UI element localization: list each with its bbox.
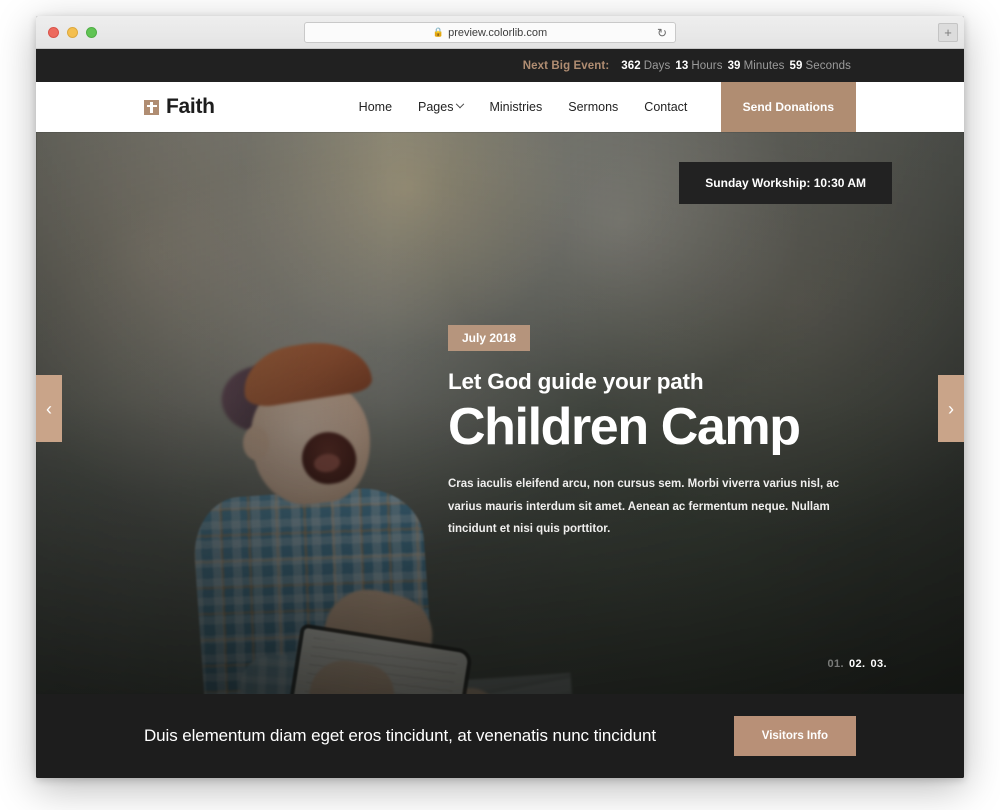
send-donations-button[interactable]: Send Donations [720, 82, 856, 132]
nav-item-sermons[interactable]: Sermons [568, 100, 618, 114]
site-header: Faith Home Pages Ministries Sermons Cont… [36, 82, 964, 132]
main-navigation: Home Pages Ministries Sermons Contact [359, 82, 767, 132]
slide-counter: 01. 02. 03. [828, 658, 893, 670]
close-window-button[interactable] [48, 26, 59, 38]
hero-content: July 2018 Let God guide your path Childr… [448, 325, 868, 540]
sunday-workshop-badge: Sunday Workship: 10:30 AM [679, 162, 892, 204]
countdown-days-unit: Days [643, 59, 671, 72]
chevron-down-icon [456, 99, 465, 109]
slide-indicator-01[interactable]: 01. [828, 658, 845, 670]
lock-icon: 🔒 [432, 27, 445, 37]
page-content: Next Big Event: 362 Days 13 Hours 39 Minutes 59… [36, 49, 964, 778]
nav-label-ministries: Ministries [489, 100, 543, 114]
hero-title: Children Camp [448, 398, 801, 456]
cta-text: Duis elementum diam eget eros tincidunt,… [144, 726, 656, 745]
url-text: preview.colorlib.com [448, 26, 548, 39]
nav-label-pages: Pages [418, 100, 454, 114]
countdown-minutes-unit: Minutes [743, 59, 785, 72]
nav-item-ministries[interactable]: Ministries [489, 100, 542, 114]
next-event-label: Next Big Event: [522, 59, 610, 72]
nav-item-pages[interactable]: Pages [418, 99, 465, 114]
nav-label-sermons: Sermons [568, 100, 619, 114]
nav-label-contact: Contact [644, 100, 688, 114]
browser-chrome-bar: 🔒 preview.colorlib.com ↻ + [36, 16, 964, 49]
slide-indicator-03[interactable]: 03. [871, 658, 888, 670]
hero-slider: Sunday Workship: 10:30 AM ‹ › July 2018 … [36, 132, 964, 694]
slider-next-button[interactable]: › [938, 375, 964, 442]
cta-bar: Duis elementum diam eget eros tincidunt,… [36, 694, 964, 778]
countdown-seconds-unit: Seconds [805, 59, 851, 72]
visitors-info-button[interactable]: Visitors Info [733, 716, 856, 756]
maximize-window-button[interactable] [86, 26, 97, 38]
cross-icon [144, 99, 159, 115]
countdown-hours-unit: Hours [691, 59, 723, 72]
hero-subtitle: Let God guide your path [448, 369, 704, 394]
traffic-lights [48, 26, 97, 38]
countdown-minutes: 39 [727, 59, 741, 72]
browser-window: 🔒 preview.colorlib.com ↻ + Next Big Even… [36, 16, 964, 778]
address-bar[interactable]: 🔒 preview.colorlib.com ↻ [304, 22, 676, 43]
countdown-hours: 13 [675, 59, 689, 72]
hero-date-badge: July 2018 [448, 325, 531, 351]
nav-item-contact[interactable]: Contact [644, 100, 687, 114]
reload-icon[interactable]: ↻ [657, 27, 667, 39]
top-countdown-bar: Next Big Event: 362 Days 13 Hours 39 Minutes 59… [36, 49, 964, 82]
slider-prev-button[interactable]: ‹ [36, 375, 62, 442]
logo-text: Faith [166, 95, 215, 118]
new-tab-button[interactable]: + [938, 23, 958, 42]
url-text-group: 🔒 preview.colorlib.com [433, 27, 547, 39]
slide-indicator-02[interactable]: 02. [849, 658, 866, 670]
nav-label-home: Home [358, 100, 393, 114]
site-logo[interactable]: Faith [144, 82, 215, 132]
countdown-timer: Next Big Event: 362 Days 13 Hours 39 Minutes 59… [523, 60, 856, 72]
nav-item-home[interactable]: Home [359, 100, 392, 114]
hero-paragraph: Cras iaculis eleifend arcu, non cursus s… [448, 478, 840, 535]
countdown-seconds: 59 [789, 59, 803, 72]
minimize-window-button[interactable] [67, 26, 78, 38]
countdown-days: 362 [621, 59, 641, 72]
